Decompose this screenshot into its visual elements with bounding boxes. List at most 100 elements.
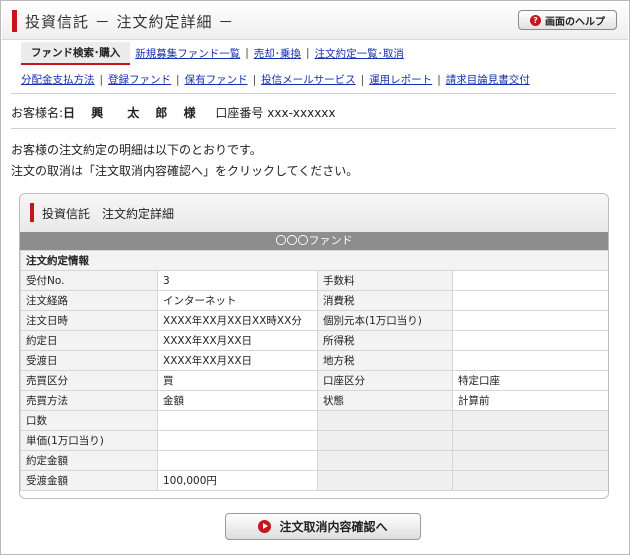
row-label [317,430,453,451]
row-value: インターネット [157,290,318,311]
nav-separator: | [99,73,104,86]
nav-link-held-funds[interactable]: 保有ファンド [185,72,248,87]
row-label [317,470,453,491]
row-label: 所得税 [317,330,453,351]
account-label: 口座番号 [215,106,264,120]
row-value [452,430,608,451]
nav-separator: | [306,47,310,59]
row-label: 約定日 [20,330,158,351]
table-row: 売買方法 金額 状態 計算前 [20,390,608,411]
row-label: 売買区分 [20,370,158,391]
row-value [157,450,318,471]
nav-separator: | [437,73,441,86]
nav-link-sell-switch[interactable]: 売却･乗換 [254,46,301,61]
section-header-row: 注文約定情報 [20,250,608,271]
row-value: 買 [157,370,318,391]
secondary-nav: 分配金支払方法 | 登録ファンド | 保有ファンド | 投信メールサービス | … [21,72,530,87]
row-value: XXXX年XX月XX日XX時XX分 [157,310,318,331]
row-label: 消費税 [317,290,453,311]
nav-link-order-list[interactable]: 注文約定一覧･取消 [315,46,404,61]
row-label: 売買方法 [20,390,158,411]
row-label: 受付No. [20,270,158,291]
table-row: 口数 [20,410,608,431]
table-row: 受渡金額 100,000円 [20,470,608,491]
page-header: 投資信託 － 注文約定詳細 － ? 画面のヘルプ [2,2,628,40]
nav-link-reports[interactable]: 運用レポート [369,72,432,87]
row-label: 地方税 [317,350,453,371]
nav-separator: | [360,73,365,86]
panel-header: 投資信託 注文約定詳細 [20,194,608,232]
customer-info: お客様名:日 興 太 郎 様 口座番号 xxx-xxxxxx [11,104,336,121]
row-value [452,310,608,331]
row-value: XXXX年XX月XX日 [157,330,318,351]
row-label: 注文経路 [20,290,158,311]
section-label: 注文約定情報 [20,250,608,271]
page-frame: 投資信託 － 注文約定詳細 － ? 画面のヘルプ ファンド検索･購入 新規募集フ… [0,0,630,555]
customer-name: 日 興 太 郎 様 [63,106,202,120]
table-row: 受渡日 XXXX年XX月XX日 地方税 [20,350,608,371]
row-label: 受渡金額 [20,470,158,491]
fund-name-bar: 〇〇〇ファンド [20,232,608,250]
row-label: 状態 [317,390,453,411]
row-value: 金額 [157,390,318,411]
nav-separator: | [252,73,257,86]
row-label: 口数 [20,410,158,431]
table-row: 約定日 XXXX年XX月XX日 所得税 [20,330,608,351]
row-value [157,410,318,431]
cancel-confirm-label: 注文取消内容確認へ [279,520,388,534]
row-label: 単価(1万口当り) [20,430,158,451]
help-button[interactable]: ? 画面のヘルプ [518,10,617,30]
nav-link-prospectus[interactable]: 請求目論見書交付 [446,72,530,87]
table-row: 単価(1万口当り) [20,430,608,451]
primary-nav: ファンド検索･購入 新規募集ファンド一覧 | 売却･乗換 | 注文約定一覧･取消 [21,41,404,65]
table-row: 受付No. 3 手数料 [20,270,608,291]
header-accent-bar [12,10,17,32]
nav-link-new-funds[interactable]: 新規募集ファンド一覧 [135,46,240,61]
table-row: 注文経路 インターネット 消費税 [20,290,608,311]
panel-accent-bar [30,203,34,222]
play-arrow-icon [258,520,272,533]
nav-link-dividend[interactable]: 分配金支払方法 [21,72,95,87]
cancel-confirm-button[interactable]: 注文取消内容確認へ [225,513,421,540]
row-label: 個別元本(1万口当り) [317,310,453,331]
row-label: 受渡日 [20,350,158,371]
account-number: xxx-xxxxxx [267,106,336,120]
customer-name-label: お客様名: [11,106,64,120]
table-row: 約定金額 [20,450,608,471]
row-value [452,470,608,491]
table-row: 売買区分買口座区分 特定口座 [20,370,608,391]
row-value [452,450,608,471]
divider [11,93,616,94]
row-label: 注文日時 [20,310,158,331]
row-value: 特定口座 [452,370,608,391]
row-value [452,330,608,351]
row-value: XXXX年XX月XX日 [157,350,318,371]
row-label: 手数料 [317,270,453,291]
help-button-label: 画面のヘルプ [545,16,605,28]
row-label [317,450,453,471]
nav-separator: | [245,47,249,59]
nav-link-registered-funds[interactable]: 登録ファンド [108,72,171,87]
row-value [452,410,608,431]
help-icon: ? [530,14,541,26]
order-detail-panel: 投資信託 注文約定詳細 〇〇〇ファンド 注文約定情報 受付No. 3 手数料 注文経路… [19,193,609,499]
table-row: 注文日時 XXXX年XX月XX日XX時XX分 個別元本(1万口当り) [20,310,608,331]
divider [11,128,616,129]
nav-tab-fund-search[interactable]: ファンド検索･購入 [21,41,131,65]
row-value: 3 [157,270,318,291]
row-value [452,290,608,311]
message-line: 注文の取消は「注文取消内容確認へ」をクリックしてください。 [11,164,359,178]
order-detail-table: 注文約定情報 受付No. 3 手数料 注文経路 インターネット 消費税 注文日時 XXXX年X… [20,250,608,491]
nav-link-mail-service[interactable]: 投信メールサービス [261,72,356,87]
row-value [452,350,608,371]
panel-title: 投資信託 注文約定詳細 [42,207,175,221]
nav-separator: | [176,73,180,86]
instruction-message: お客様の注文約定の明細は以下のとおりです。 注文の取消は「注文取消内容確認へ」を… [11,140,358,182]
row-value [452,270,608,291]
row-value [157,430,318,451]
page-title: 投資信託 － 注文約定詳細 － [25,13,235,31]
row-label: 口座区分 [317,370,453,391]
message-line: お客様の注文約定の明細は以下のとおりです。 [11,143,262,157]
row-value: 100,000円 [157,470,318,491]
row-label: 約定金額 [20,450,158,471]
